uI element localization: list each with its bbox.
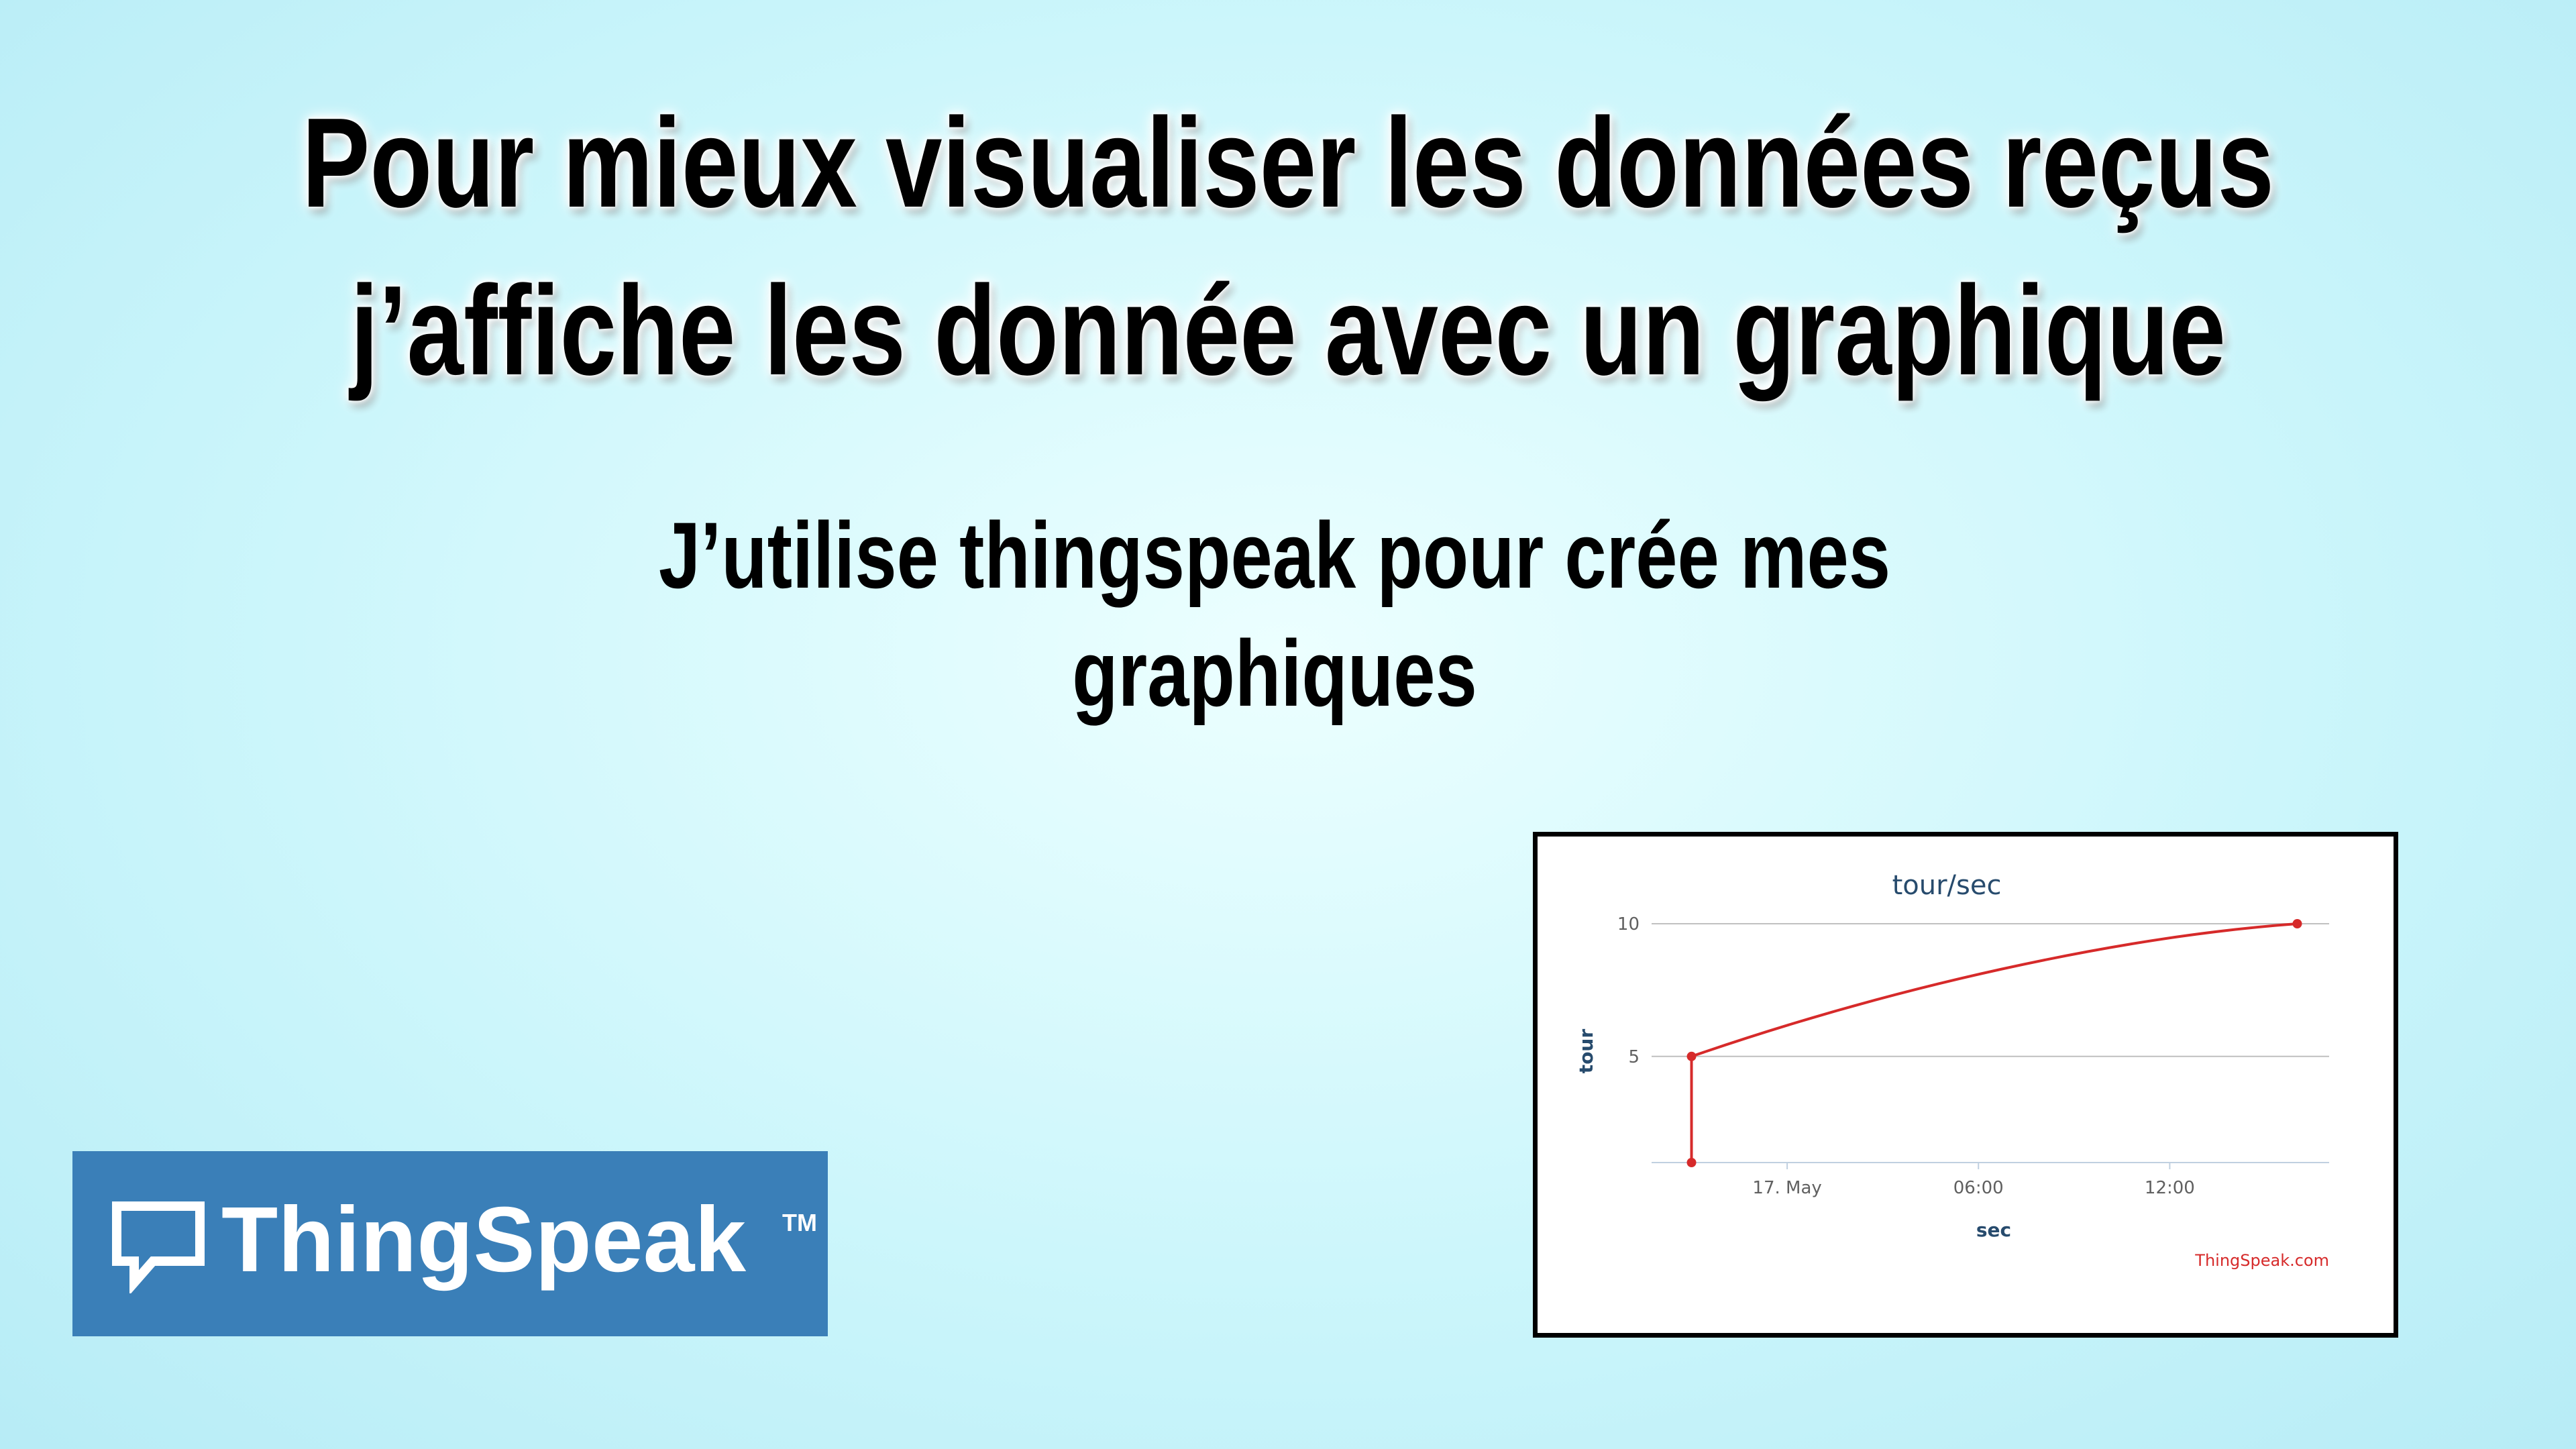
x-tick-label: 17. May — [1752, 1178, 1821, 1198]
y-axis-label: tour — [1575, 1029, 1597, 1074]
headline: Pour mieux visualiser les données reçus … — [258, 79, 2318, 415]
line-chart: tour/sec tour sec ThingSpeak.com 5 10 17. … — [1575, 870, 2329, 1270]
subheading-line-2: graphiques — [1072, 621, 1477, 726]
x-tick-label: 06:00 — [1953, 1178, 2004, 1198]
x-axis-label: sec — [1976, 1219, 2011, 1241]
logo-trademark: TM — [782, 1209, 817, 1236]
data-point — [2292, 919, 2302, 928]
logo-wordmark: ThingSpeak — [221, 1188, 747, 1291]
chart-title: tour/sec — [1892, 870, 2002, 901]
series-line — [1690, 922, 2298, 1163]
thingspeak-logo: ThingSpeak TM — [72, 1151, 828, 1336]
headline-line-2: j’affiche les donnée avec un graphique — [350, 260, 2226, 402]
data-point — [1686, 1051, 1697, 1061]
subheading: J’utilise thingspeak pour crée mes graph… — [631, 496, 1919, 733]
y-tick-label: 10 — [1617, 914, 1640, 934]
speech-bubble-icon — [112, 1201, 205, 1293]
subheading-line-1: J’utilise thingspeak pour crée mes — [658, 502, 1891, 608]
x-tick-label: 12:00 — [2145, 1178, 2195, 1198]
chart-panel: tour/sec tour sec ThingSpeak.com 5 10 17. … — [1533, 832, 2398, 1338]
data-point — [1686, 1158, 1697, 1167]
chart-credit: ThingSpeak.com — [2194, 1251, 2329, 1270]
headline-line-1: Pour mieux visualiser les données reçus — [302, 92, 2274, 234]
y-tick-label: 5 — [1628, 1047, 1640, 1067]
